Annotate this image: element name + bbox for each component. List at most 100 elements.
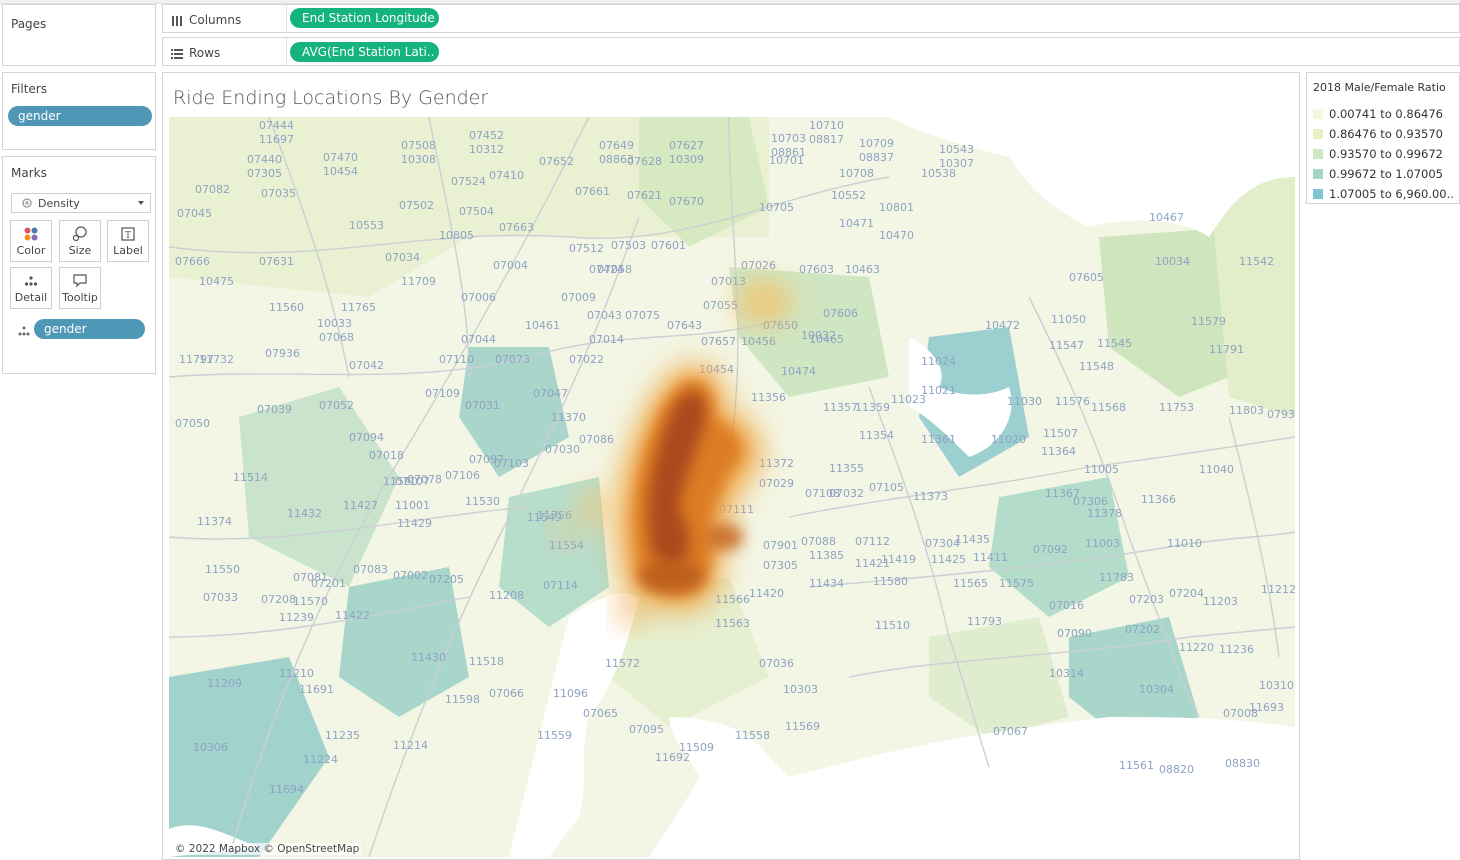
zip-label: 11096 — [553, 687, 588, 700]
zip-label: 10308 — [401, 153, 436, 166]
zip-label: 11235 — [325, 729, 360, 742]
zip-label: 07075 — [625, 309, 660, 322]
zip-label: 11793 — [967, 615, 1002, 628]
filters-title: Filters — [11, 82, 47, 96]
zip-label: 07088 — [801, 535, 836, 548]
zip-label: 10703 — [771, 132, 806, 145]
marks-field-gender[interactable]: gender — [34, 319, 145, 339]
size-button[interactable]: Size — [59, 220, 101, 262]
legend-item[interactable]: 1.07005 to 6,960.00.. — [1313, 187, 1454, 201]
zip-label: 10705 — [759, 201, 794, 214]
zip-label: 07092 — [1033, 543, 1068, 556]
zip-label: 11434 — [809, 577, 844, 590]
zip-label: 07047 — [533, 387, 568, 400]
zip-label: 07657 — [701, 335, 736, 348]
zip-label: 07504 — [459, 205, 494, 218]
zip-label: 07305 — [247, 167, 282, 180]
rows-shelf[interactable]: Rows AVG(End Station Lati.. — [162, 37, 1460, 66]
tooltip-button[interactable]: Tooltip — [59, 267, 101, 309]
zip-label: 07035 — [261, 187, 296, 200]
chevron-down-icon — [138, 201, 144, 205]
zip-label: 10461 — [525, 319, 560, 332]
zip-label: 11224 — [303, 753, 338, 766]
zip-label: 07095 — [629, 723, 664, 736]
color-button[interactable]: Color — [10, 220, 52, 262]
legend-item[interactable]: 0.00741 to 0.86476 — [1313, 107, 1443, 121]
zip-label: 10710 — [809, 119, 844, 132]
columns-icon — [172, 15, 182, 26]
legend-item[interactable]: 0.86476 to 0.93570 — [1313, 127, 1443, 141]
legend-item[interactable]: 0.93570 to 0.99672 — [1313, 147, 1443, 161]
zip-label: 11209 — [207, 677, 242, 690]
zip-label: 11419 — [881, 553, 916, 566]
zip-label: 07205 — [429, 573, 464, 586]
zip-label: 07044 — [461, 333, 496, 346]
zip-label: 07030 — [545, 443, 580, 456]
zip-label: 07004 — [493, 259, 528, 272]
columns-label: Columns — [189, 13, 242, 27]
zip-label: 07033 — [203, 591, 238, 604]
zip-label: 11548 — [1079, 360, 1114, 373]
zip-label: 07066 — [489, 687, 524, 700]
zip-label: 07055 — [703, 299, 738, 312]
zip-label: 07512 — [569, 242, 604, 255]
zip-label: 10303 — [783, 683, 818, 696]
zip-label: 11354 — [859, 429, 894, 442]
zip-label: 11509 — [679, 741, 714, 754]
zip-label: 07014 — [589, 333, 624, 346]
zip-label: 11547 — [1049, 339, 1084, 352]
zip-label: 11374 — [197, 515, 232, 528]
zip-label: 11373 — [913, 490, 948, 503]
zip-label: 11372 — [759, 457, 794, 470]
zip-label: 07103 — [494, 457, 529, 470]
detail-button-label: Detail — [14, 291, 48, 304]
zip-label: 10034 — [1155, 255, 1190, 268]
size-icon — [72, 226, 87, 242]
zip-label: 11420 — [749, 587, 784, 600]
density-blob — [578, 489, 610, 529]
zip-label: 11359 — [855, 401, 890, 414]
legend-item[interactable]: 0.99672 to 1.07005 — [1313, 167, 1443, 181]
zip-label: 07932 — [1267, 408, 1295, 421]
label-button[interactable]: T Label — [107, 220, 149, 262]
legend-swatch — [1313, 109, 1323, 119]
label-button-label: Label — [113, 244, 143, 257]
mark-type-dropdown[interactable]: Density — [11, 193, 151, 213]
map-canvas[interactable]: 07444 07452 07508 07649 07627 1070310710 10709… — [169, 117, 1295, 857]
zip-label: 11569 — [785, 720, 820, 733]
detail-button[interactable]: Detail — [10, 267, 52, 309]
zip-label: 07601 — [651, 239, 686, 252]
zip-label: 07203 — [1129, 593, 1164, 606]
zip-label: 11010 — [1167, 537, 1202, 550]
zip-label: 07065 — [583, 707, 618, 720]
filter-pill-gender[interactable]: gender — [8, 106, 152, 126]
zip-label: 07002 — [393, 569, 428, 582]
zip-label: 11694 — [269, 783, 304, 796]
rows-pill[interactable]: AVG(End Station Lati.. — [290, 42, 439, 62]
zip-label: 11040 — [1199, 463, 1234, 476]
density-map[interactable]: 07444 07452 07508 07649 07627 10703 10710 10709… — [169, 117, 1295, 857]
zip-label: 11563 — [715, 617, 750, 630]
zip-label: 11783 — [1099, 571, 1134, 584]
zip-label: 11212 — [1261, 583, 1295, 596]
zip-label: 10312 — [469, 143, 504, 156]
zip-label: 10309 — [669, 153, 704, 166]
zip-label: 07058 — [597, 263, 632, 276]
zip-label: 07110 — [439, 353, 474, 366]
zip-label: 11565 — [953, 577, 988, 590]
zip-label: 07670 — [669, 195, 704, 208]
columns-shelf[interactable]: Columns End Station Longitude — [162, 4, 1460, 33]
zip-label: 07470 — [323, 151, 358, 164]
zip-label: 07106 — [445, 469, 480, 482]
zip-label: 11691 — [299, 683, 334, 696]
zip-label: 07094 — [349, 431, 384, 444]
zip-label: 10470 — [879, 229, 914, 242]
zip-label: 07901 — [763, 539, 798, 552]
zip-label: 11366 — [1141, 493, 1176, 506]
zip-label: 08863 — [599, 153, 634, 166]
zip-label: 11550 — [205, 563, 240, 576]
zip-label: 07605 — [1069, 271, 1104, 284]
viz-title: Ride Ending Locations By Gender — [173, 87, 489, 109]
zip-label: 11356 — [751, 391, 786, 404]
columns-pill[interactable]: End Station Longitude — [290, 8, 439, 28]
